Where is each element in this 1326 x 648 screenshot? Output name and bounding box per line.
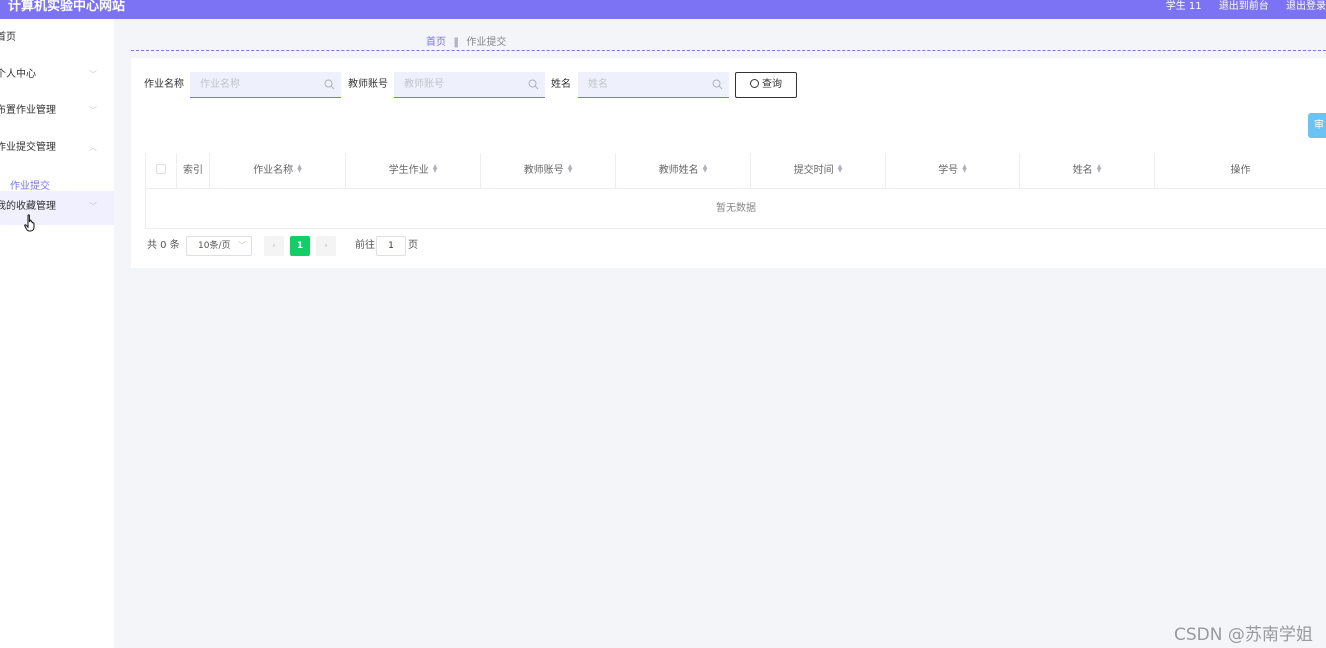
select-all-cell — [145, 153, 177, 189]
sidebar-item-submission-management[interactable]: 作业提交管理 ︿ — [0, 133, 110, 163]
sort-icon[interactable]: ▲ ▼ — [962, 164, 967, 174]
breadcrumb-current: 作业提交 — [466, 37, 507, 48]
column-header-index: 索引 — [177, 153, 210, 189]
column-header-homework-name[interactable]: 作业名称 ▲ ▼ — [210, 153, 346, 189]
sidebar-item-assign-homework[interactable]: 布置作业管理 ﹀ — [0, 96, 110, 126]
select-all-checkbox[interactable] — [156, 164, 166, 174]
name-input-wrapper — [578, 72, 729, 98]
goto-label: 前往 — [355, 240, 375, 251]
column-header-student-id[interactable]: 学号 ▲ ▼ — [886, 153, 1020, 189]
page-suffix-label: 页 — [408, 240, 418, 251]
goto-page-input[interactable]: 1 — [376, 236, 406, 256]
logout-link[interactable]: 退出登录 — [1286, 1, 1326, 12]
column-header-student-homework[interactable]: 学生作业 ▲ ▼ — [346, 153, 481, 189]
sort-icon[interactable]: ▲ ▼ — [703, 164, 708, 174]
chevron-down-icon: ﹀ — [89, 106, 97, 115]
column-header-label: 教师账号 — [523, 165, 564, 176]
sidebar-item-label: 首页 — [0, 32, 16, 43]
next-page-button[interactable]: › — [316, 236, 336, 256]
column-header-teacher-name[interactable]: 教师姓名 ▲ ▼ — [616, 153, 751, 189]
breadcrumb-home[interactable]: 首页 — [426, 37, 446, 48]
search-icon — [324, 79, 335, 90]
review-button[interactable]: 审核 — [1308, 113, 1326, 138]
column-header-label: 教师姓名 — [658, 165, 699, 176]
column-header-submit-time[interactable]: 提交时间 ▲ ▼ — [751, 153, 886, 189]
top-bar-actions: 学生 11 退出到前台 退出登录 — [1152, 0, 1326, 19]
sidebar-item-label: 我的收藏管理 — [0, 201, 56, 212]
teacher-account-input-wrapper — [394, 72, 545, 98]
column-header-label: 姓名 — [1072, 165, 1093, 176]
query-button-label: 查询 — [762, 79, 782, 90]
sort-icon[interactable]: ▲ ▼ — [838, 164, 843, 174]
chevron-right-icon: › — [324, 241, 328, 251]
empty-table-message: 暂无数据 — [145, 189, 1326, 229]
sidebar-item-label: 布置作业管理 — [0, 105, 56, 116]
sidebar-item-label: 个人中心 — [0, 69, 36, 80]
sort-icon[interactable]: ▲ ▼ — [297, 164, 302, 174]
sidebar-item-favorites[interactable]: 我的收藏管理 ﹀ — [0, 192, 110, 222]
teacher-account-input[interactable] — [404, 72, 514, 97]
name-input[interactable] — [588, 72, 698, 97]
column-header-label: 学生作业 — [388, 165, 429, 176]
exit-to-front-link[interactable]: 退出到前台 — [1219, 1, 1269, 12]
column-header-label: 提交时间 — [793, 165, 834, 176]
homework-name-input-wrapper — [190, 72, 341, 98]
sort-icon[interactable]: ▲ ▼ — [1097, 164, 1102, 174]
teacher-account-label: 教师账号 — [348, 79, 388, 90]
homework-name-label: 作业名称 — [144, 79, 184, 90]
search-icon — [528, 79, 539, 90]
column-header-label: 操作 — [1230, 165, 1251, 176]
chevron-down-icon: ﹀ — [238, 241, 246, 250]
breadcrumb: 首页 ❚ 作业提交 — [426, 33, 506, 48]
top-bar: 计算机实验中心网站 学生 11 退出到前台 退出登录 — [0, 0, 1326, 19]
submenu-item-homework-submission[interactable]: 作业提交 — [10, 177, 50, 192]
sidebar: 首页 个人中心 ﹀ 布置作业管理 ﹀ 作业提交管理 ︿ 作业提交 我的收藏管理 … — [0, 19, 114, 648]
column-header-label: 学号 — [938, 165, 959, 176]
query-button[interactable]: 查询 — [735, 72, 797, 98]
dashed-divider — [131, 50, 1326, 51]
search-icon — [712, 79, 723, 90]
sort-icon[interactable]: ▲ ▼ — [568, 164, 573, 174]
sidebar-item-personal-center[interactable]: 个人中心 ﹀ — [0, 60, 110, 90]
sidebar-item-home[interactable]: 首页 — [0, 23, 110, 53]
sort-icon[interactable]: ▲ ▼ — [433, 164, 438, 174]
column-header-actions: 操作 — [1155, 153, 1326, 189]
search-icon — [750, 79, 759, 88]
hand-cursor-icon — [24, 214, 35, 232]
prev-page-button[interactable]: ‹ — [264, 236, 284, 256]
total-count: 共 0 条 — [147, 240, 180, 251]
chevron-down-icon: ﹀ — [89, 202, 97, 211]
chevron-down-icon: ﹀ — [89, 70, 97, 79]
column-header-label: 索引 — [183, 165, 203, 176]
name-label: 姓名 — [551, 79, 571, 90]
page-number-current[interactable]: 1 — [290, 236, 310, 256]
breadcrumb-separator-icon: ❚ — [452, 37, 461, 48]
watermark: CSDN @苏南学姐 — [1174, 625, 1313, 645]
homework-name-input[interactable] — [200, 72, 310, 97]
column-header-name[interactable]: 姓名 ▲ ▼ — [1020, 153, 1155, 189]
chevron-left-icon: ‹ — [272, 241, 276, 251]
site-title: 计算机实验中心网站 — [8, 0, 126, 14]
page-size-value: 10条/页 — [198, 241, 231, 251]
main-panel: 作业名称 教师账号 姓名 查询 审核 索引 作业名称▲▼ 学生作业▲▼ 教师账号… — [131, 58, 1326, 268]
page-size-select[interactable]: 10条/页 ﹀ — [186, 236, 252, 256]
column-header-teacher-account[interactable]: 教师账号 ▲ ▼ — [481, 153, 616, 189]
column-header-label: 作业名称 — [253, 165, 294, 176]
table-header: 索引 作业名称 ▲ ▼ 学生作业 ▲ ▼ 教师账号 ▲ ▼ 教师姓名 ▲ ▼ 提交时间 ▲ ▼ 学号… — [145, 153, 1326, 189]
chevron-up-icon: ︿ — [89, 143, 97, 152]
sidebar-item-label: 作业提交管理 — [0, 142, 56, 153]
current-user: 学生 11 — [1165, 1, 1202, 12]
